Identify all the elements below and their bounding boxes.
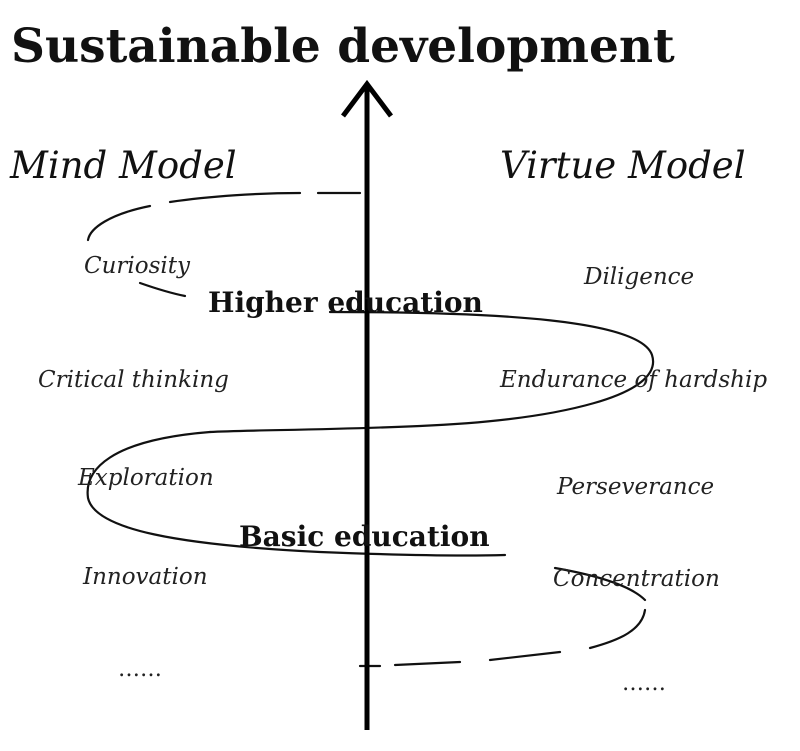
mind-item-innovation: Innovation — [82, 564, 208, 590]
spiral-bottom-dashed-arc — [588, 608, 647, 650]
virtue-item-diligence: Diligence — [583, 264, 694, 290]
spiral-top-dashed-arc — [138, 281, 187, 298]
development-arrow — [341, 79, 393, 730]
basic-education-label: Basic education — [239, 520, 490, 553]
spiral-bottom-dashed-arc — [488, 650, 562, 662]
mind-model-ellipsis: …… — [118, 657, 162, 682]
higher-education-label: Higher education — [208, 286, 483, 319]
mind-item-curiosity: Curiosity — [84, 253, 191, 279]
mind-model-title: Mind Model — [9, 144, 237, 187]
sustainable-development-diagram: Sustainable development Mind Model Virtu… — [9, 19, 767, 730]
mind-item-critical-thinking: Critical thinking — [38, 367, 229, 393]
virtue-item-endurance-of-hardship: Endurance of hardship — [499, 367, 767, 393]
spiral-top-dashed-arc — [168, 191, 302, 204]
virtue-model-title: Virtue Model — [500, 144, 746, 187]
spiral-bottom-dashed-arc — [393, 660, 462, 667]
virtue-model-ellipsis: …… — [622, 671, 666, 696]
spiral-top-dashed-arc — [86, 204, 152, 242]
mind-item-exploration: Exploration — [77, 465, 214, 491]
diagram-title: Sustainable development — [11, 19, 675, 74]
virtue-item-perseverance: Perseverance — [556, 474, 714, 500]
virtue-item-concentration: Concentration — [553, 566, 720, 592]
